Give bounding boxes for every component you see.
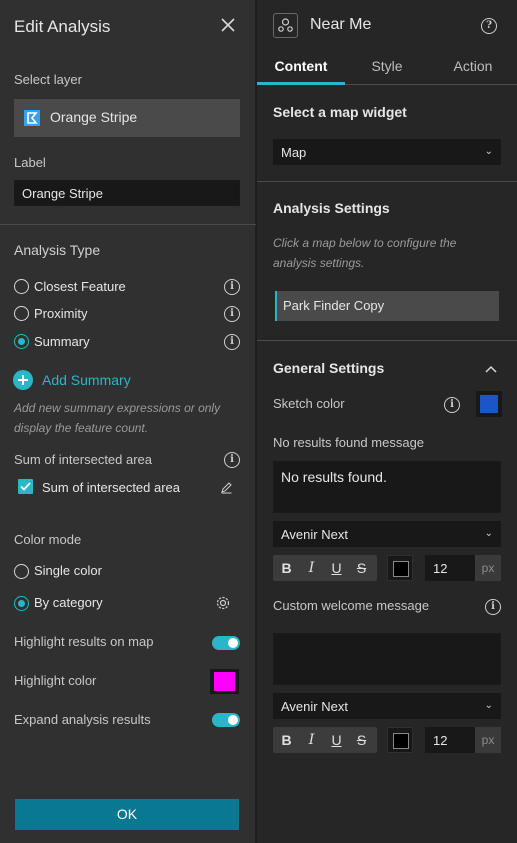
italic-button[interactable]: I: [300, 555, 323, 581]
tab-style[interactable]: Style: [345, 58, 429, 82]
tab-content[interactable]: Content: [257, 58, 345, 82]
analysis-type-heading: Analysis Type: [14, 242, 101, 258]
tab-action[interactable]: Action: [429, 58, 517, 82]
sketch-color-fill: [480, 395, 498, 413]
label-heading: Label: [14, 155, 46, 170]
sketch-color-label: Sketch color: [273, 396, 345, 411]
analysis-item[interactable]: Park Finder Copy: [275, 291, 499, 321]
chevron-down-icon: ⌄: [484, 146, 493, 157]
format-toolbar-1: B I U S: [273, 555, 377, 581]
sum-checkbox-label: Sum of intersected area: [42, 480, 181, 495]
unit-label: px: [475, 555, 501, 581]
highlight-color-swatch[interactable]: [210, 669, 239, 694]
label-input-value: Orange Stripe: [22, 186, 103, 201]
widget-title: Near Me: [310, 16, 372, 33]
highlight-results-label: Highlight results on map: [14, 634, 154, 649]
divider: [257, 340, 517, 341]
radio-closest-feature[interactable]: [14, 279, 29, 294]
divider: [0, 224, 256, 225]
layer-name: Orange Stripe: [50, 109, 138, 125]
info-icon[interactable]: i: [485, 599, 501, 615]
analysis-item-label: Park Finder Copy: [283, 298, 385, 313]
info-icon[interactable]: i: [444, 397, 460, 413]
gear-icon[interactable]: [215, 595, 231, 611]
summary-label: Summary: [34, 334, 90, 349]
expand-results-toggle[interactable]: [212, 713, 240, 727]
no-results-value: No results found.: [281, 469, 387, 485]
expand-results-label: Expand analysis results: [14, 712, 151, 727]
font-select-1[interactable]: Avenir Next ⌄: [273, 521, 501, 547]
panel-title: Edit Analysis: [14, 17, 111, 36]
proximity-label: Proximity: [34, 306, 88, 321]
unit-label: px: [475, 727, 501, 753]
font-size-input-2[interactable]: 12 px: [425, 727, 501, 753]
font-select-2[interactable]: Avenir Next ⌄: [273, 693, 501, 719]
add-summary-button[interactable]: Add Summary: [42, 372, 131, 388]
help-icon[interactable]: ?: [481, 18, 497, 34]
closest-feature-label: Closest Feature: [34, 279, 126, 294]
welcome-textarea[interactable]: [273, 633, 501, 685]
underline-button[interactable]: U: [325, 727, 348, 753]
map-widget-heading: Select a map widget: [273, 104, 407, 120]
single-color-label: Single color: [34, 563, 102, 578]
no-results-textarea[interactable]: No results found.: [273, 461, 501, 513]
info-icon[interactable]: i: [224, 334, 240, 350]
add-summary-hint: Add new summary expressions or only disp…: [14, 401, 221, 435]
ok-button[interactable]: OK: [15, 799, 239, 830]
sketch-color-swatch[interactable]: [476, 391, 502, 417]
general-settings-heading: General Settings: [273, 360, 385, 376]
layer-icon: [23, 109, 41, 127]
strikethrough-button[interactable]: S: [350, 727, 373, 753]
analysis-settings-hint: Click a map below to configure the analy…: [273, 236, 457, 270]
tab-indicator: [257, 82, 345, 85]
italic-button[interactable]: I: [300, 727, 323, 753]
font-color-fill: [393, 561, 409, 577]
strikethrough-button[interactable]: S: [350, 555, 373, 581]
divider: [257, 181, 517, 182]
highlight-color-fill: [214, 672, 235, 691]
radio-summary[interactable]: [14, 334, 29, 349]
chevron-down-icon: ⌄: [484, 528, 493, 539]
font-size-1-value: 12: [433, 561, 448, 576]
label-input[interactable]: Orange Stripe: [14, 180, 240, 206]
add-icon[interactable]: [13, 370, 33, 390]
no-results-label: No results found message: [273, 435, 425, 450]
font-size-2-value: 12: [433, 733, 448, 748]
font-color-swatch[interactable]: [387, 727, 413, 753]
info-icon[interactable]: i: [224, 279, 240, 295]
welcome-label: Custom welcome message: [273, 598, 430, 613]
highlight-color-label: Highlight color: [14, 673, 97, 688]
font-select-1-value: Avenir Next: [281, 527, 348, 542]
settings-panel: Near Me ? Content Style Action Select a …: [257, 0, 517, 843]
widget-icon: [273, 13, 298, 38]
radio-proximity[interactable]: [14, 306, 29, 321]
bold-button[interactable]: B: [275, 555, 298, 581]
layer-item[interactable]: Orange Stripe: [14, 99, 240, 137]
select-layer-label: Select layer: [14, 72, 82, 87]
font-color-fill: [393, 733, 409, 749]
chevron-down-icon: ⌄: [484, 700, 493, 711]
sum-checkbox[interactable]: [18, 479, 33, 494]
close-icon[interactable]: [219, 16, 237, 34]
highlight-results-toggle[interactable]: [212, 636, 240, 650]
sum-heading: Sum of intersected area: [14, 452, 153, 467]
radio-by-category[interactable]: [14, 596, 29, 611]
format-toolbar-2: B I U S: [273, 727, 377, 753]
underline-button[interactable]: U: [325, 555, 348, 581]
chevron-up-icon[interactable]: [484, 362, 498, 373]
info-icon[interactable]: i: [224, 306, 240, 322]
edit-analysis-panel: Edit Analysis Select layer Orange Stripe…: [0, 0, 256, 843]
color-mode-heading: Color mode: [14, 532, 82, 547]
edit-icon[interactable]: [220, 481, 233, 494]
font-size-input-1[interactable]: 12 px: [425, 555, 501, 581]
font-select-2-value: Avenir Next: [281, 699, 348, 714]
bold-button[interactable]: B: [275, 727, 298, 753]
by-category-label: By category: [34, 595, 103, 610]
font-color-swatch[interactable]: [387, 555, 413, 581]
radio-single-color[interactable]: [14, 564, 29, 579]
map-widget-select[interactable]: Map ⌄: [273, 139, 501, 165]
analysis-settings-heading: Analysis Settings: [273, 200, 390, 216]
info-icon[interactable]: i: [224, 452, 240, 468]
map-widget-value: Map: [281, 145, 307, 160]
